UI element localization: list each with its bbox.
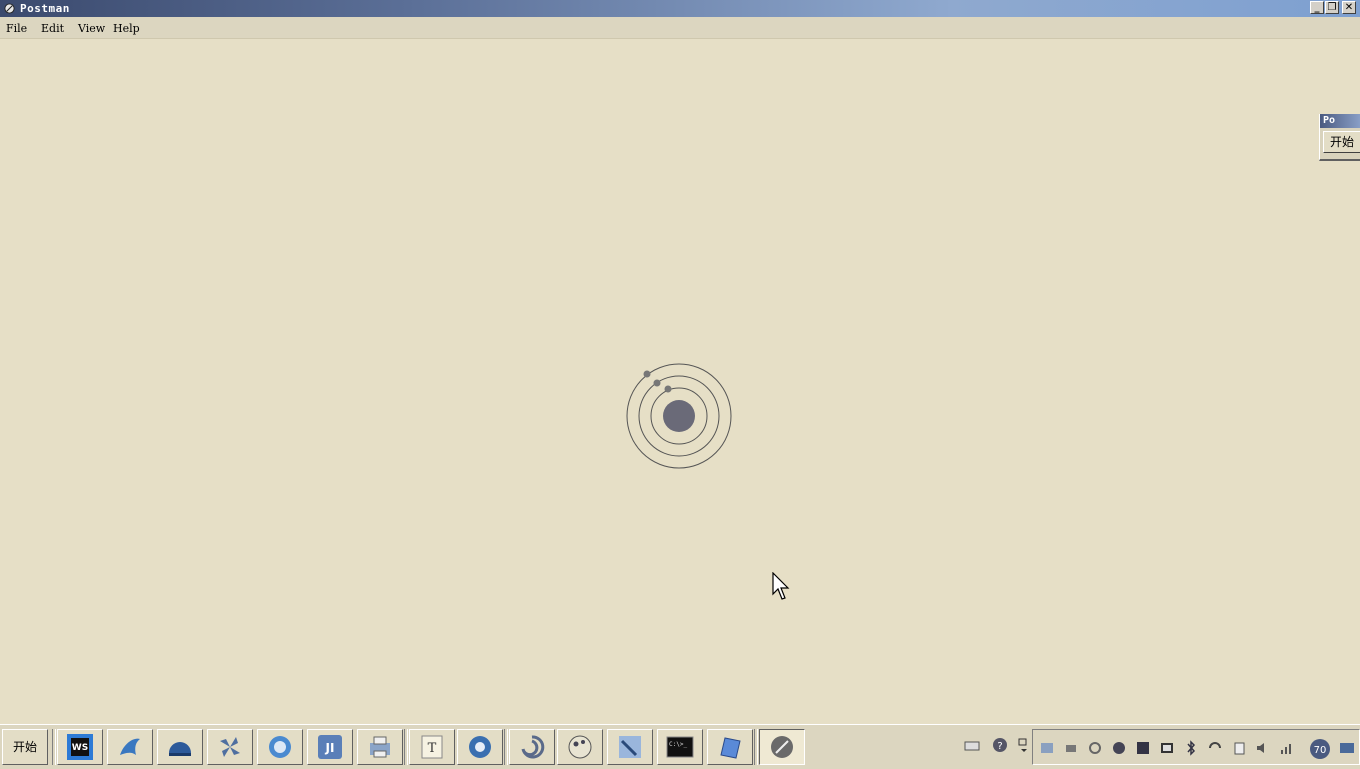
postman-app-icon bbox=[4, 3, 15, 14]
performance-badge-icon[interactable]: 70 bbox=[1309, 738, 1331, 760]
antivirus-icon[interactable] bbox=[1111, 740, 1127, 756]
bluetooth-icon[interactable] bbox=[1183, 740, 1199, 756]
loading-spinner-icon bbox=[626, 363, 732, 469]
restore-button[interactable]: ❐ bbox=[1325, 1, 1339, 14]
taskbar-app-globe[interactable] bbox=[557, 729, 603, 765]
menu-bar: File Edit View Help bbox=[0, 17, 1360, 39]
globe-icon bbox=[568, 735, 592, 759]
browser-icon bbox=[269, 736, 291, 758]
update-icon[interactable] bbox=[1207, 740, 1223, 756]
menu-help[interactable]: Help bbox=[113, 22, 140, 35]
svg-text:C:\>_: C:\>_ bbox=[669, 741, 687, 748]
volume-icon[interactable] bbox=[1255, 740, 1271, 756]
taskbar-app-intellij[interactable]: JI bbox=[307, 729, 353, 765]
start-button[interactable]: 开始 bbox=[2, 729, 48, 765]
menu-file[interactable]: File bbox=[6, 22, 27, 35]
svg-text:WS: WS bbox=[72, 743, 88, 753]
taskbar-app-browser[interactable] bbox=[257, 729, 303, 765]
printer-tray-icon[interactable] bbox=[1063, 740, 1079, 756]
taskbar-app-dome[interactable] bbox=[157, 729, 203, 765]
minimize-button[interactable]: _ bbox=[1310, 1, 1324, 14]
taskbar-app-swirl[interactable] bbox=[509, 729, 555, 765]
taskbar-app-satellite[interactable] bbox=[607, 729, 653, 765]
dome-icon bbox=[169, 742, 191, 756]
pinwheel-icon bbox=[220, 737, 240, 757]
menu-view[interactable]: View bbox=[78, 22, 105, 35]
taskbar-app-dolphin[interactable] bbox=[107, 729, 153, 765]
satellite-icon bbox=[619, 736, 641, 758]
close-button[interactable]: ✕ bbox=[1342, 1, 1356, 14]
clipboard-icon[interactable] bbox=[1231, 740, 1247, 756]
window-manager-icon[interactable] bbox=[1159, 740, 1175, 756]
taskbar-app-chrome[interactable] bbox=[457, 729, 503, 765]
display-icon[interactable] bbox=[1135, 740, 1151, 756]
mini-window-title: Po bbox=[1320, 114, 1360, 128]
chrome-icon bbox=[469, 736, 491, 758]
swirl-icon bbox=[521, 735, 545, 759]
show-desktop-icon[interactable] bbox=[1339, 740, 1355, 756]
text-editor-icon: T bbox=[421, 735, 443, 759]
intellij-icon: JI bbox=[318, 735, 342, 759]
taskbar-app-printer[interactable] bbox=[357, 729, 403, 765]
window-title: Postman bbox=[20, 2, 70, 15]
webstorm-icon: WS bbox=[67, 734, 93, 760]
taskbar-separator bbox=[404, 729, 408, 765]
title-bar: Postman _ ❐ ✕ bbox=[0, 0, 1360, 17]
printer-icon bbox=[370, 736, 390, 758]
svg-text:70: 70 bbox=[1314, 745, 1327, 756]
system-tray: 70 bbox=[1032, 729, 1360, 765]
svg-text:JI: JI bbox=[325, 741, 335, 755]
terminal-icon: C:\>_ bbox=[666, 736, 694, 758]
dolphin-icon bbox=[120, 738, 140, 755]
taskbar-app-postman[interactable] bbox=[759, 729, 805, 765]
mouse-cursor-icon bbox=[772, 572, 790, 600]
taskbar-app-terminal[interactable]: C:\>_ bbox=[657, 729, 703, 765]
help-icon[interactable]: ? bbox=[992, 737, 1008, 753]
language-bar-icon[interactable] bbox=[1016, 737, 1032, 753]
keyboard-icon[interactable] bbox=[964, 737, 980, 753]
svg-text:T: T bbox=[428, 741, 437, 756]
sync-icon[interactable] bbox=[1087, 740, 1103, 756]
network-manager-icon[interactable] bbox=[1039, 740, 1055, 756]
taskbar-app-pinwheel[interactable] bbox=[207, 729, 253, 765]
taskbar-app-notepad[interactable] bbox=[707, 729, 753, 765]
notepad-icon bbox=[720, 737, 741, 759]
mini-window-start-button[interactable]: 开始 bbox=[1323, 131, 1360, 153]
taskbar-separator bbox=[52, 729, 56, 765]
taskbar-app-webstorm[interactable]: WS bbox=[57, 729, 103, 765]
mini-window: Po 开始 bbox=[1319, 114, 1360, 161]
start-label: 开始 bbox=[12, 740, 37, 754]
taskbar-separator bbox=[754, 729, 758, 765]
wifi-signal-icon[interactable] bbox=[1279, 740, 1295, 756]
taskbar-app-text-editor[interactable]: T bbox=[409, 729, 455, 765]
taskbar-separator bbox=[504, 729, 508, 765]
menu-edit[interactable]: Edit bbox=[41, 22, 64, 35]
postman-icon bbox=[771, 736, 793, 758]
taskbar: 开始 WS JI T C:\>_ ? 70 bbox=[0, 724, 1360, 769]
svg-text:?: ? bbox=[997, 741, 1002, 752]
